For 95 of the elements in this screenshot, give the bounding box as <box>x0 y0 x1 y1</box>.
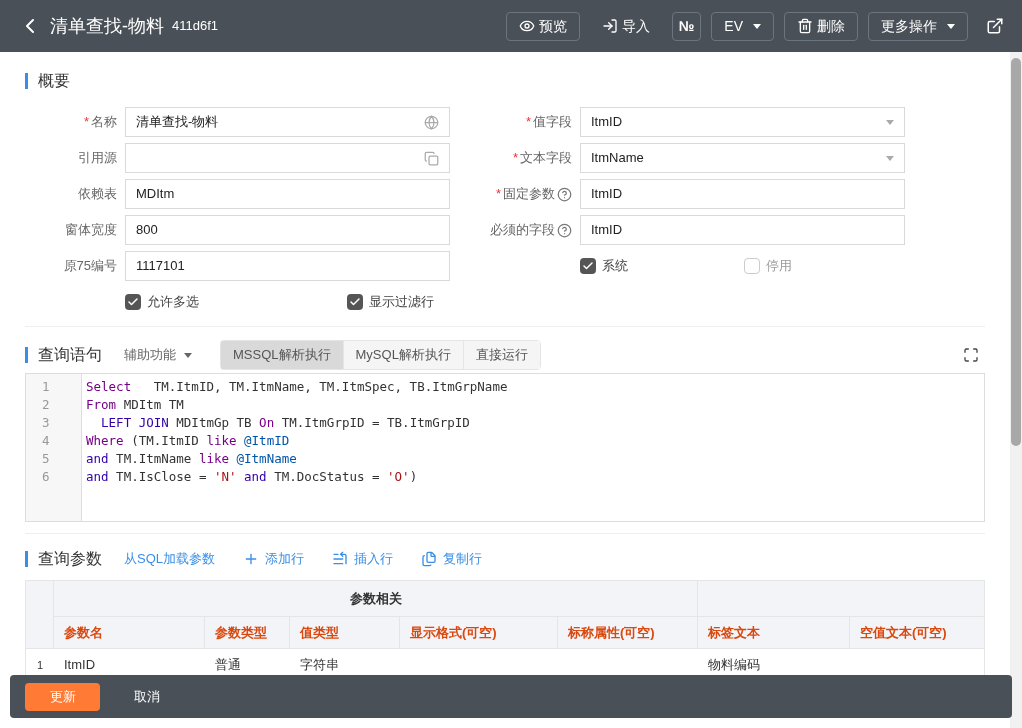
group-header: 参数相关 <box>349 589 402 608</box>
toolbar-button[interactable]: 删除 <box>784 11 858 41</box>
column-header: 参数名 <box>64 623 103 642</box>
select-field[interactable]: ItmName <box>580 143 905 173</box>
copy-icon[interactable] <box>424 150 439 166</box>
import-icon <box>601 18 618 34</box>
cancel-button[interactable]: 取消 <box>122 686 172 707</box>
page-title: 清单查找-物料 <box>50 14 164 38</box>
toolbar-button[interactable]: 预览 <box>505 11 580 41</box>
line-number: 4 <box>41 432 50 450</box>
select-field[interactable]: ItmID <box>580 107 905 137</box>
toolbar-button[interactable]: 导入 <box>589 11 662 41</box>
external-link-icon[interactable] <box>986 17 1004 35</box>
scrollbar[interactable] <box>1010 52 1022 728</box>
field-label: 原75编号 <box>63 257 117 276</box>
dropdown-caret-icon <box>886 155 894 161</box>
text-field[interactable]: ItmID <box>580 179 905 209</box>
dropdown-caret-icon <box>886 119 894 125</box>
table-cell-text: 普通 <box>215 656 241 675</box>
section-title: 查询语句 <box>38 345 102 365</box>
helper-dropdown[interactable]: 辅助功能 <box>124 345 192 365</box>
text-field[interactable]: 800 <box>125 215 450 245</box>
help-icon[interactable] <box>557 222 572 238</box>
text-field[interactable] <box>125 143 450 173</box>
field-label: 固定参数 <box>503 185 555 204</box>
field-label: 必须的字段 <box>490 221 555 240</box>
line-number: 2 <box>41 396 50 414</box>
column-header: 标签文本 <box>708 623 760 642</box>
required-mark: * <box>83 113 89 132</box>
table-action-link[interactable]: 添加行 <box>243 549 304 569</box>
globe-icon[interactable] <box>424 114 439 130</box>
caret-icon <box>947 23 955 29</box>
field-label: 名称 <box>91 113 117 132</box>
section-title: 查询参数 <box>38 549 102 569</box>
table-cell-text: 物料编码 <box>708 656 760 675</box>
section-title: 概要 <box>38 71 70 91</box>
table-action-link[interactable]: 复制行 <box>421 549 482 569</box>
toolbar-button[interactable]: 更多操作 <box>868 11 968 41</box>
code-editor[interactable] <box>25 373 985 522</box>
checkbox[interactable] <box>580 258 596 274</box>
field-label: 文本字段 <box>520 149 572 168</box>
line-number: 5 <box>41 450 50 468</box>
checkbox-label: 系统 <box>602 257 628 276</box>
code-line: From MDItm TM <box>86 396 184 414</box>
required-mark: * <box>495 185 501 204</box>
table-action-link[interactable]: 从SQL加载参数 <box>124 549 215 569</box>
required-mark: * <box>512 149 518 168</box>
help-icon[interactable] <box>557 186 572 202</box>
checkbox-label: 允许多选 <box>147 293 199 312</box>
code-line: and TM.IsClose = 'N' and TM.DocStatus = 'O') <box>86 468 418 486</box>
checkbox[interactable] <box>125 294 141 310</box>
table-action-link[interactable]: 插入行 <box>332 549 393 569</box>
toolbar-button[interactable]: EV <box>711 11 774 41</box>
text-field[interactable]: MDItm <box>125 179 450 209</box>
check-icon <box>127 296 139 308</box>
record-id: 411d6f1 <box>172 17 219 36</box>
plus-icon <box>243 551 259 567</box>
column-header: 空值文本(可空) <box>860 623 947 642</box>
table-cell-text: ItmID <box>64 656 96 675</box>
field-label: 窗体宽度 <box>65 221 117 240</box>
checkbox[interactable] <box>347 294 363 310</box>
caret-icon <box>184 352 192 358</box>
text-field[interactable]: ItmID <box>580 215 905 245</box>
caret-icon <box>753 23 761 29</box>
line-number: 1 <box>41 378 50 396</box>
check-icon <box>349 296 361 308</box>
table-cell-text: 字符串 <box>300 656 339 675</box>
check-icon <box>582 260 594 272</box>
field-label: 依赖表 <box>78 185 117 204</box>
code-line: and TM.ItmName like @ItmName <box>86 450 297 468</box>
column-header: 标称属性(可空) <box>568 623 655 642</box>
line-number: 6 <box>41 468 50 486</box>
row-number: 1 <box>36 657 44 673</box>
eye-icon <box>518 18 535 34</box>
checkbox-label: 停用 <box>766 257 792 276</box>
toolbar-button[interactable]: № <box>671 11 702 41</box>
field-label: 值字段 <box>533 113 572 132</box>
field-label: 引用源 <box>78 149 117 168</box>
code-line: Where (TM.ItmID like @ItmID <box>86 432 290 450</box>
text-field[interactable]: 清单查找-物料 <box>125 107 450 137</box>
column-header: 参数类型 <box>215 623 267 642</box>
line-number: 3 <box>41 414 50 432</box>
trash-icon <box>797 18 813 34</box>
column-header: 值类型 <box>300 623 339 642</box>
column-header: 显示格式(可空) <box>410 623 497 642</box>
insert-row-icon <box>332 551 348 567</box>
text-field[interactable]: 1117101 <box>125 251 450 281</box>
copy-icon <box>421 551 437 567</box>
required-mark: * <box>525 113 531 132</box>
fullscreen-icon[interactable] <box>963 347 979 363</box>
code-line: LEFT JOIN MDItmGp TB On TM.ItmGrpID = TB.ItmGrpID <box>100 414 470 432</box>
query-tab[interactable]: MSSQL解析执行 <box>221 341 344 369</box>
code-line: Select TM.ItmID, TM.ItmName, TM.ItmSpec, TB.ItmGrpName <box>86 378 508 396</box>
checkbox[interactable] <box>744 258 760 274</box>
checkbox-label: 显示过滤行 <box>369 293 434 312</box>
